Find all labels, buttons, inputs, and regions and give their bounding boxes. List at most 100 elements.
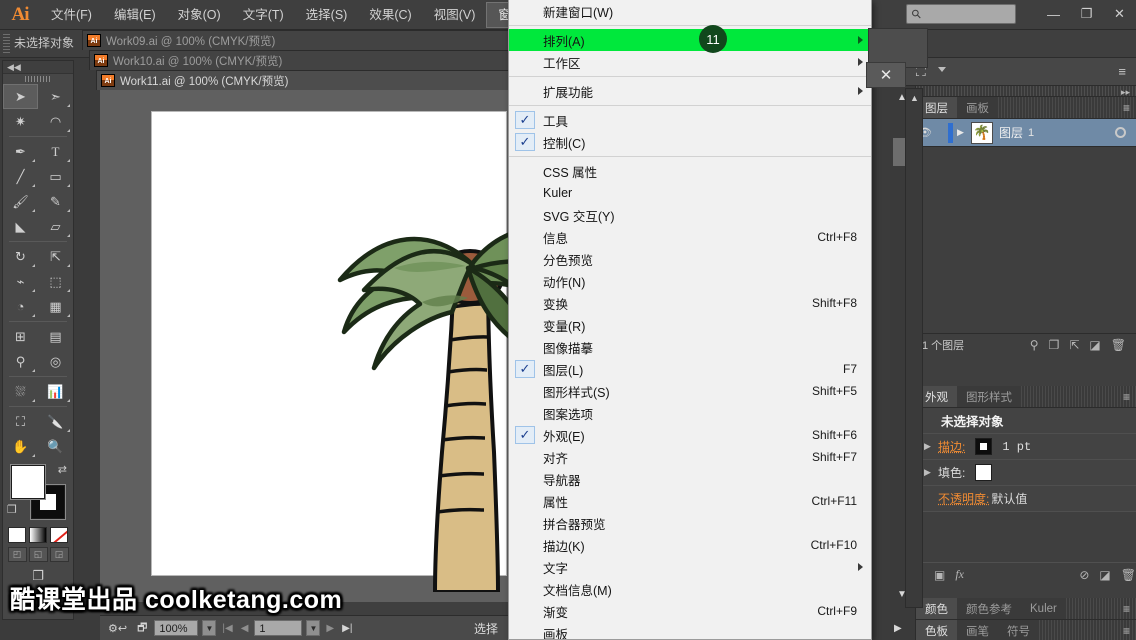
menu-item-22[interactable]: 拼合器预览 <box>509 512 871 534</box>
menu-effect[interactable]: 效果(C) <box>358 0 422 30</box>
scroll-up-icon[interactable]: ▲ <box>910 93 919 103</box>
document-tab[interactable]: Ai Work09.ai @ 100% (CMYK/预览) <box>82 30 512 50</box>
scale-tool[interactable]: ⇱ <box>38 244 73 269</box>
create-new-sublayer-icon[interactable]: ⇱ <box>1065 338 1083 352</box>
layers-tabstrip[interactable]: 图层 画板 ≡ <box>916 97 1136 119</box>
menu-view[interactable]: 视图(V) <box>423 0 487 30</box>
control-bar-grip[interactable] <box>3 34 10 54</box>
duplicate-item-icon[interactable]: ◪ <box>1099 568 1110 582</box>
tab-brushes[interactable]: 画笔 <box>957 620 998 640</box>
menu-item-8[interactable]: SVG 交互(Y) <box>509 204 871 226</box>
canvas-area[interactable] <box>100 80 512 615</box>
artboard-number-field[interactable]: 1 <box>254 620 303 636</box>
selection-tool[interactable]: ➤ <box>3 84 38 109</box>
make-clipping-mask-icon[interactable]: ❐ <box>1045 338 1064 352</box>
menu-item-21[interactable]: 属性 Ctrl+F11 <box>509 490 871 512</box>
menu-item-1[interactable]: 排列(A) 11 <box>509 25 871 53</box>
eraser-tool[interactable]: ▱ <box>38 214 73 239</box>
appearance-row-fill[interactable]: ▶ 填色: <box>916 460 1136 486</box>
menu-item-17[interactable]: 图案选项 <box>509 402 871 424</box>
blend-tool[interactable]: ◎ <box>38 349 73 374</box>
zoom-level-field[interactable]: 100% <box>154 620 199 636</box>
document-tabs[interactable]: Ai Work09.ai @ 100% (CMYK/预览) Ai Work10.… <box>82 30 512 90</box>
create-new-layer-icon[interactable]: ◪ <box>1085 338 1104 352</box>
menu-item-14[interactable]: 图像描摹 <box>509 336 871 358</box>
lasso-tool[interactable]: ◠ <box>38 109 73 134</box>
search-input[interactable]: ⚲ <box>906 4 1016 24</box>
slice-tool[interactable]: 🔪 <box>38 409 73 434</box>
rail-expand-icon[interactable]: ▶ <box>894 623 902 634</box>
menu-item-10[interactable]: 分色预览 <box>509 248 871 270</box>
menu-item-7[interactable]: Kuler <box>509 182 871 204</box>
menu-item-25[interactable]: 文档信息(M) <box>509 578 871 600</box>
chevron-down-icon[interactable] <box>938 67 946 72</box>
tab-symbols[interactable]: 符号 <box>998 620 1039 640</box>
menu-item-3[interactable]: 扩展功能 <box>509 80 871 102</box>
clear-appearance-icon[interactable]: ⊘ <box>1079 568 1089 582</box>
artboard[interactable] <box>151 111 512 592</box>
appearance-tabstrip[interactable]: 外观 图形样式 ≡ <box>916 386 1136 408</box>
share-icon[interactable]: 🗗 <box>134 619 150 638</box>
tool-grid[interactable]: ➤ ➣ ✷ ◠ <box>3 84 73 134</box>
draw-normal-button[interactable]: ◰ <box>7 547 27 562</box>
hand-tool[interactable]: ✋ <box>3 434 38 459</box>
shape-builder-tool[interactable]: ◔ <box>3 294 38 319</box>
last-artboard-icon[interactable]: ▶| <box>340 623 354 634</box>
rectangle-tool[interactable]: ▭ <box>38 164 73 189</box>
paintbrush-tool[interactable]: 🖌 <box>3 189 38 214</box>
layer-name[interactable]: 图层 <box>999 124 1023 141</box>
fill-stroke-swatches[interactable]: ⇄ ❐ <box>3 463 73 525</box>
line-segment-tool[interactable]: ╱ <box>3 164 38 189</box>
menu-item-0[interactable]: 新建窗口(W) <box>509 0 871 22</box>
tab-kuler[interactable]: Kuler <box>1021 598 1066 619</box>
default-fill-stroke-icon[interactable]: ❐ <box>7 503 17 516</box>
menu-type[interactable]: 文字(T) <box>232 0 295 30</box>
tab-color-guide[interactable]: 颜色参考 <box>957 598 1021 619</box>
menu-item-4[interactable]: ✓ 工具 <box>509 109 871 131</box>
close-button[interactable]: ✕ <box>1103 0 1136 28</box>
settings-icon[interactable]: ⚙↩ <box>105 622 130 635</box>
close-panel-button[interactable]: ✕ <box>866 62 906 88</box>
color-swatch-button[interactable] <box>8 527 26 543</box>
menu-object[interactable]: 对象(O) <box>167 0 232 30</box>
mesh-tool[interactable]: ⊞ <box>3 324 38 349</box>
swatches-panel-menu-icon[interactable]: ≡ <box>1123 624 1130 638</box>
appearance-row-opacity[interactable]: 不透明度: 默认值 <box>916 486 1136 512</box>
zoom-tool[interactable]: 🔍 <box>38 434 73 459</box>
document-tab[interactable]: Ai Work10.ai @ 100% (CMYK/预览) <box>89 50 512 70</box>
gradient-swatch-button[interactable] <box>29 527 47 543</box>
first-artboard-icon[interactable]: |◀ <box>220 623 234 634</box>
rotate-tool[interactable]: ↻ <box>3 244 38 269</box>
layers-panel-grip[interactable]: ▸▸ <box>916 86 1136 97</box>
menu-item-20[interactable]: 导航器 <box>509 468 871 490</box>
opacity-value[interactable]: 默认值 <box>991 490 1027 507</box>
draw-mode-row[interactable]: ◰ ◱ ◲ <box>3 547 73 562</box>
maximize-button[interactable]: ❐ <box>1070 0 1103 28</box>
magic-wand-tool[interactable]: ✷ <box>3 109 38 134</box>
menu-item-26[interactable]: 渐变 Ctrl+F9 <box>509 600 871 622</box>
type-tool[interactable]: T <box>38 139 73 164</box>
toolbox-panel[interactable]: ◀◀ ➤ ➣ ✷ ◠ ✒ T ╱ ▭ 🖌 ✎ ◣ ▱ ↻ ⇱ ⌁ ⬚ ◔ ▦ ⊞… <box>2 60 74 620</box>
menu-item-9[interactable]: 信息 Ctrl+F8 <box>509 226 871 248</box>
zoom-dropdown-icon[interactable]: ▼ <box>202 620 217 636</box>
free-transform-tool[interactable]: ⬚ <box>38 269 73 294</box>
gradient-tool[interactable]: ▤ <box>38 324 73 349</box>
expand-fill-icon[interactable]: ▶ <box>924 467 938 478</box>
dock-scroll-strip[interactable]: ▲ <box>905 88 923 608</box>
menu-edit[interactable]: 编辑(E) <box>103 0 167 30</box>
toolbox-collapse-header[interactable]: ◀◀ <box>3 61 73 74</box>
draw-inside-button[interactable]: ◲ <box>49 547 69 562</box>
color-panel-menu-icon[interactable]: ≡ <box>1123 602 1130 616</box>
fx-icon[interactable]: fx <box>955 567 964 582</box>
next-artboard-icon[interactable]: ▶ <box>324 623 336 634</box>
menu-item-18[interactable]: ✓ 外观(E) Shift+F6 <box>509 424 871 446</box>
draw-behind-button[interactable]: ◱ <box>28 547 48 562</box>
stroke-label[interactable]: 描边: <box>938 438 965 455</box>
menu-item-15[interactable]: ✓ 图层(L) F7 <box>509 358 871 380</box>
menu-item-2[interactable]: 工作区 <box>509 51 871 73</box>
window-controls[interactable]: — ❐ ✕ <box>1037 0 1136 28</box>
paint-mode-row[interactable] <box>3 527 73 543</box>
pencil-tool[interactable]: ✎ <box>38 189 73 214</box>
add-new-stroke-icon[interactable]: ▣ <box>934 568 945 582</box>
window-menu-dropdown[interactable]: 新建窗口(W) 排列(A) 11 工作区 扩展功能 ✓ 工具 ✓ 控制(C) CSS 属性 Kule… <box>508 0 872 640</box>
